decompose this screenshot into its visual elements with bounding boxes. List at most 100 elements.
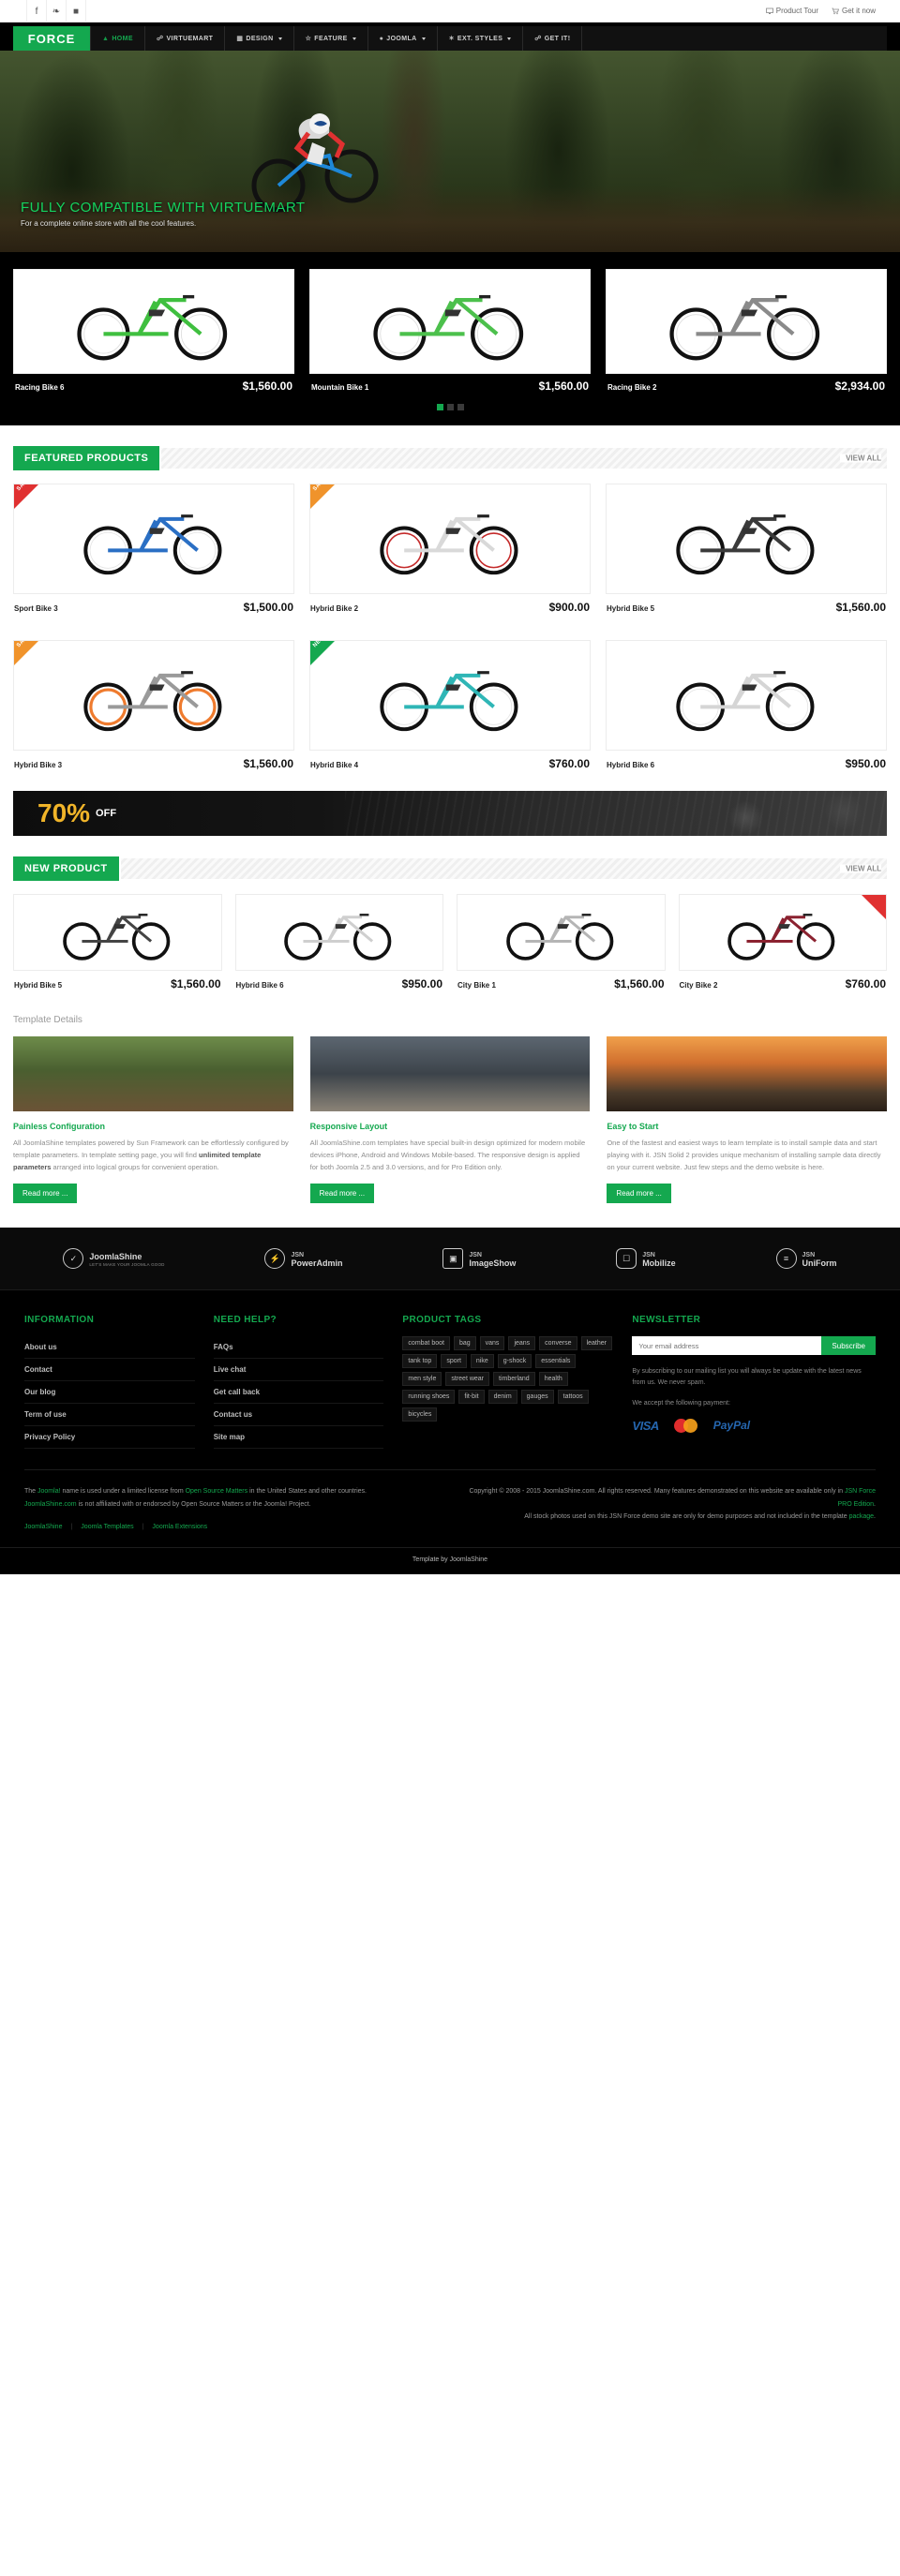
nav-item-get-it[interactable]: ☍ GET IT! [523,26,583,51]
footer-link-contact-us[interactable]: Contact us [213,1404,384,1427]
nav-item-virtuemart[interactable]: ☍ VIRTUEMART [145,26,226,51]
tag-leather[interactable]: leather [580,1336,612,1351]
brand-imageshow[interactable]: ▣ JSN ImageShow [442,1248,516,1270]
product-tour-label: Product Tour [775,7,818,15]
nav-item-home[interactable]: ▲ HOME [90,26,145,51]
slider-product-image [13,269,294,374]
joomlashine-com-link[interactable]: JoomlaShine.com [24,1501,77,1508]
mini-link-joomlashine[interactable]: JoomlaShine [24,1524,62,1530]
site-logo-text: FORCE [27,31,76,46]
featured-view-all-link[interactable]: VIEW ALL [840,454,881,463]
tag-converse[interactable]: converse [539,1336,578,1351]
slider-dot-1[interactable] [436,404,443,410]
package-link[interactable]: package [849,1513,874,1520]
tag-sport[interactable]: sport [441,1354,467,1369]
tag-bicycles[interactable]: bicycles [402,1407,438,1422]
product-tour-link[interactable]: Product Tour [765,7,818,15]
footer-link-term-of-use[interactable]: Term of use [24,1404,195,1427]
tag-gauges[interactable]: gauges [520,1390,554,1405]
footer-link-about-us[interactable]: About us [24,1336,195,1360]
slider-card[interactable]: Mountain Bike 1 $1,560.00 [309,269,591,393]
product-card[interactable]: City Bike 1 $1,560.00 [457,894,666,990]
joomla-link[interactable]: Joomla! [38,1488,61,1495]
footer-link-privacy-policy[interactable]: Privacy Policy [24,1426,195,1450]
tag-tank-top[interactable]: tank top [402,1354,438,1369]
product-card[interactable]: SALE Hybrid Bike 3 $1,560.00 [13,640,294,770]
product-card[interactable]: Hybrid Bike 5 $1,560.00 [13,894,222,990]
tag-nike[interactable]: nike [470,1354,494,1369]
footer-link-faqs[interactable]: FAQs [213,1336,384,1360]
brand-joomlashine[interactable]: ✓ JoomlaShine LET'S MAKE YOUR JOOMLA GOO… [63,1248,164,1270]
tag-tattoos[interactable]: tattoos [557,1390,589,1405]
newsletter-subscribe-button[interactable]: Subscribe [821,1336,876,1356]
product-tag-list: combat boot bag vans jeans converse leat… [402,1336,613,1422]
slider-card[interactable]: Racing Bike 6 $1,560.00 [13,269,294,393]
promo-banner[interactable]: 70% OFF [13,791,887,836]
bicycle-icon [82,514,221,575]
brand-uniform[interactable]: ≡ JSN UniForm [775,1248,837,1270]
tag-jeans[interactable]: jeans [508,1336,536,1351]
product-name: City Bike 2 [679,981,718,990]
main-navigation: FORCE ▲ HOME ☍ VIRTUEMART ▦ DESIGN ☆ FEA… [13,26,887,51]
tag-combat-boot[interactable]: combat boot [402,1336,450,1351]
nav-item-feature[interactable]: ☆ FEATURE [294,26,368,51]
template-details-grid: Painless Configuration All JoomlaShine t… [13,1036,887,1204]
product-card[interactable]: Hybrid Bike 6 $950.00 [606,640,887,770]
product-card[interactable]: NEW Hybrid Bike 4 $760.00 [309,640,591,770]
mini-link-joomla-templates[interactable]: Joomla Templates [81,1524,133,1530]
brand-mobilize[interactable]: ☐ JSN Mobilize [616,1248,676,1270]
tag-bag[interactable]: bag [453,1336,476,1351]
product-image: SALE [13,484,294,594]
brand-poweradmin[interactable]: ⚡ JSN PowerAdmin [264,1248,342,1270]
product-image [678,894,887,971]
footer-column-information: INFORMATION About us Contact Our blog Te… [24,1315,195,1450]
product-card[interactable]: City Bike 2 $760.00 [678,894,887,990]
tag-men-style[interactable]: men style [402,1372,442,1387]
tag-denim[interactable]: denim [488,1390,518,1405]
slider-dot-2[interactable] [446,404,454,410]
footer-link-get-call-back[interactable]: Get call back [213,1381,384,1405]
read-more-button[interactable]: Read more ... [607,1184,671,1204]
site-logo[interactable]: FORCE [13,26,90,51]
nav-item-design[interactable]: ▦ DESIGN [225,26,294,51]
open-source-matters-link[interactable]: Open Source Matters [186,1488,248,1495]
twitter-icon[interactable]: ❧ [46,0,67,22]
slider-card[interactable]: Racing Bike 2 $2,934.00 [606,269,887,393]
newsletter-email-input[interactable] [632,1336,822,1356]
brand-text: JoomlaShine LET'S MAKE YOUR JOOMLA GOOD [89,1251,164,1267]
slider-product-image [606,269,887,374]
nav-item-joomla[interactable]: ● JOOMLA [368,26,438,51]
tag-vans[interactable]: vans [479,1336,505,1351]
footer-mini-links: JoomlaShine | Joomla Templates | Joomla … [24,1524,436,1530]
product-price: $1,560.00 [243,757,293,770]
tag-fit-bit[interactable]: fit-bit [458,1390,485,1405]
tag-timberland[interactable]: timberland [493,1372,535,1387]
youtube-icon[interactable]: ■ [66,0,86,22]
product-card[interactable]: SALE Hybrid Bike 2 $900.00 [309,484,591,614]
footer-link-site-map[interactable]: Site map [213,1426,384,1450]
facebook-icon[interactable]: f [26,0,47,22]
product-card[interactable]: Hybrid Bike 6 $950.00 [234,894,443,990]
tag-g-shock[interactable]: g-shock [497,1354,532,1369]
basket-icon: ☍ [534,36,542,42]
get-it-now-link[interactable]: Get it now [832,7,876,15]
product-card[interactable]: SALE Sport Bike 3 $1,500.00 [13,484,294,614]
read-more-button[interactable]: Read more ... [13,1184,78,1204]
tag-running-shoes[interactable]: running shoes [402,1390,456,1405]
tag-essentials[interactable]: essentials [535,1354,577,1369]
image-icon: ▦ [236,36,244,42]
read-more-button[interactable]: Read more ... [309,1184,375,1204]
mini-link-joomla-extensions[interactable]: Joomla Extensions [152,1524,207,1530]
product-card[interactable]: Hybrid Bike 5 $1,560.00 [606,484,887,614]
footer-link-our-blog[interactable]: Our blog [24,1381,195,1405]
tag-street-wear[interactable]: street wear [445,1372,490,1387]
footer-link-contact[interactable]: Contact [24,1359,195,1382]
tag-health[interactable]: health [538,1372,568,1387]
footer-link-live-chat[interactable]: Live chat [213,1359,384,1382]
nav-item-ext-styles[interactable]: ✶ EXT. STYLES [438,26,524,51]
new-product-view-all-link[interactable]: VIEW ALL [840,864,881,873]
slider-dot-3[interactable] [457,404,464,410]
legal-text-line2: JoomlaShine.com is not affiliated with o… [24,1498,436,1511]
product-image [606,640,887,751]
top-bar: f ❧ ■ Product Tour Get it now [0,0,900,22]
